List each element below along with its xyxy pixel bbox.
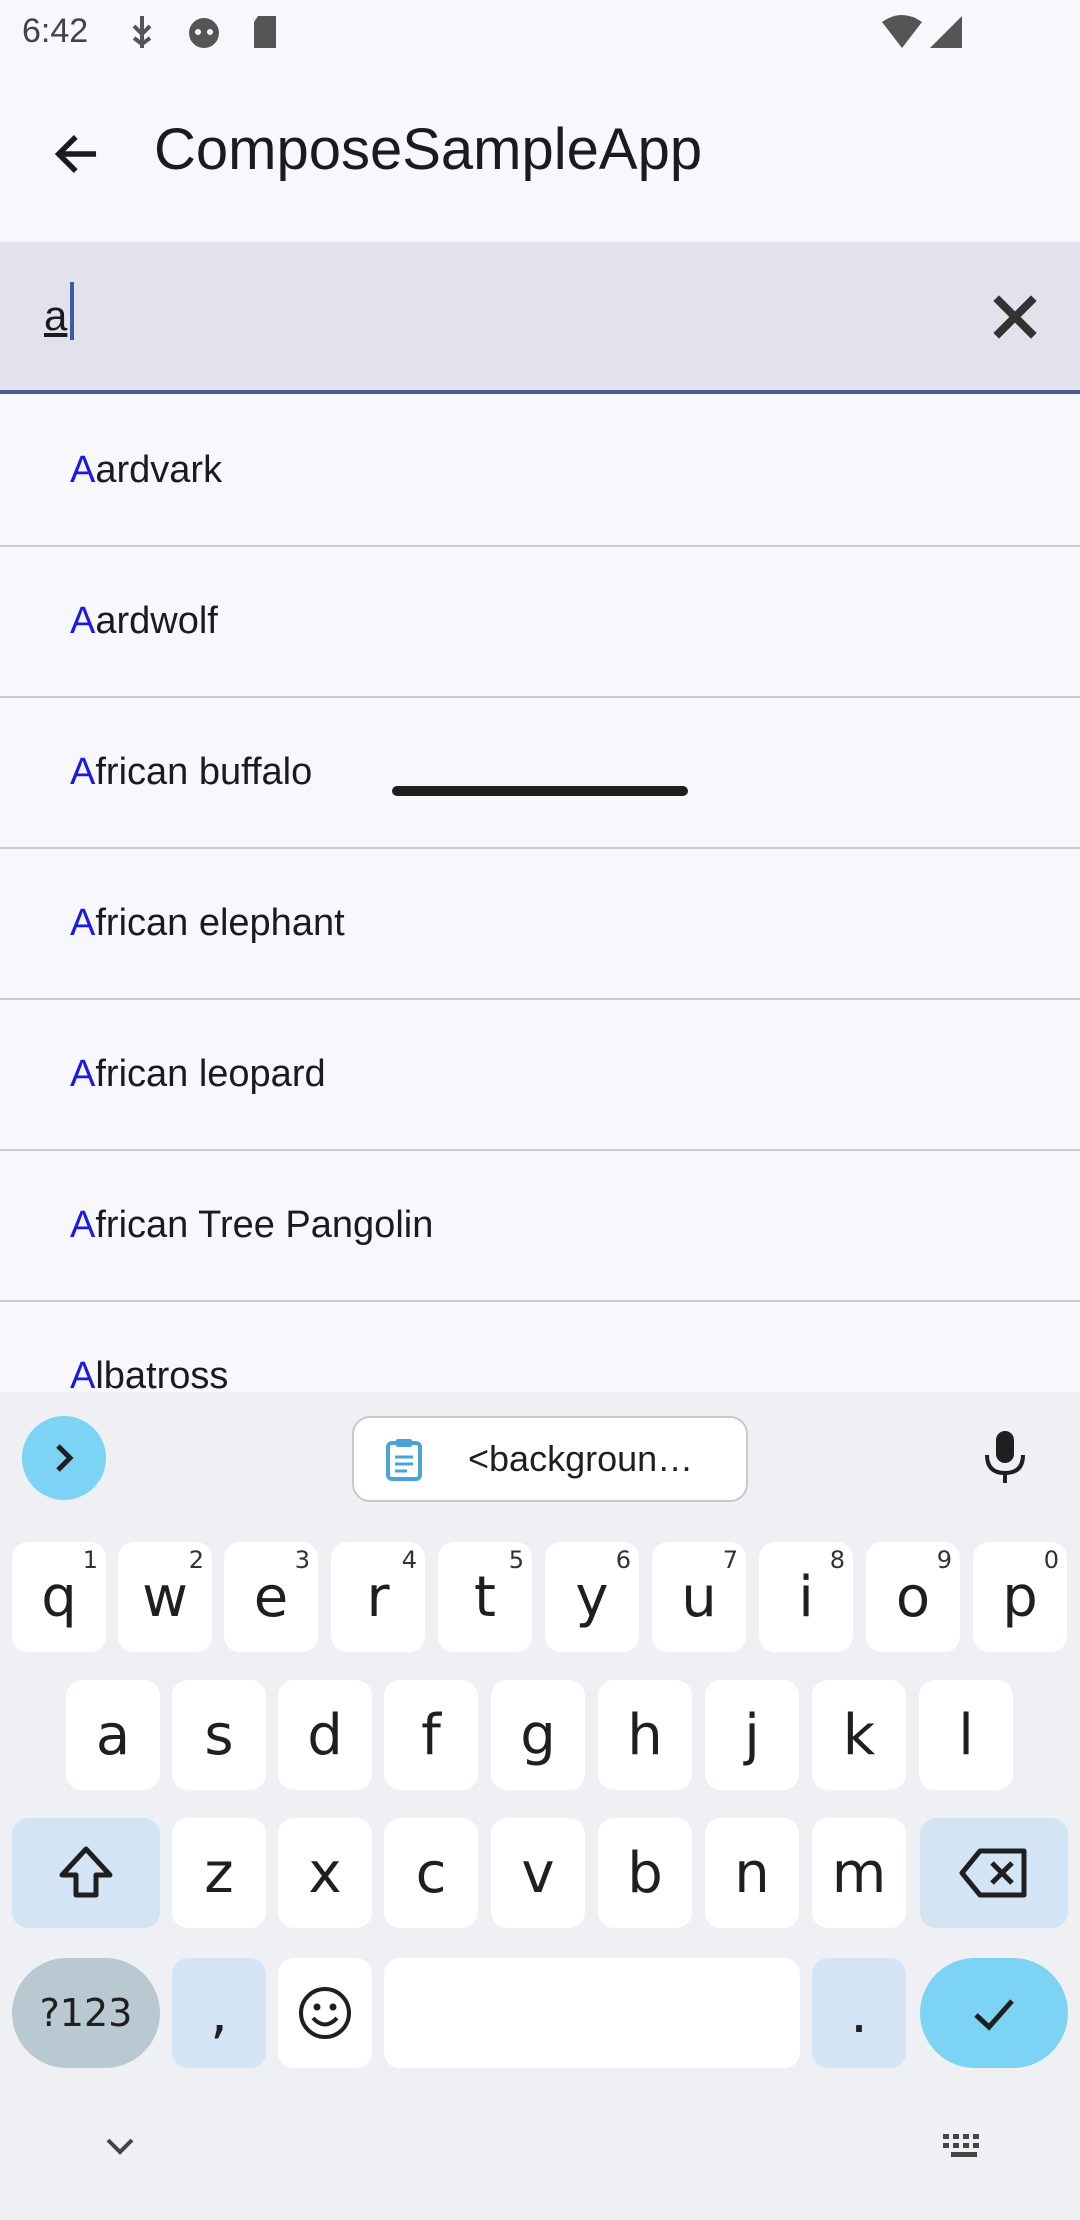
key-p[interactable]: p0 — [973, 1542, 1067, 1652]
list-item[interactable]: African elephant — [0, 849, 1080, 1000]
list-item[interactable]: Albatross — [0, 1302, 1080, 1392]
key-k[interactable]: k — [812, 1680, 906, 1790]
list-item[interactable]: Aardwolf — [0, 547, 1080, 698]
comma-key[interactable]: , — [172, 1958, 266, 2068]
key-q[interactable]: q1 — [12, 1542, 106, 1652]
keyboard-nav-bar — [0, 2092, 1080, 2220]
key-c[interactable]: c — [384, 1818, 478, 1928]
switch-keyboard-button[interactable] — [934, 2116, 994, 2176]
key-u[interactable]: u7 — [652, 1542, 746, 1652]
list-item[interactable]: African buffalo — [0, 698, 1080, 849]
wifi-icon — [882, 15, 922, 48]
signal-icon — [930, 16, 962, 48]
text-caret — [70, 282, 74, 340]
emoji-key[interactable] — [278, 1958, 372, 2068]
search-field[interactable]: a — [0, 242, 1080, 394]
key-b[interactable]: b — [598, 1818, 692, 1928]
symbols-key[interactable]: ?123 — [12, 1958, 160, 2068]
key-f[interactable]: f — [384, 1680, 478, 1790]
key-j[interactable]: j — [705, 1680, 799, 1790]
chevron-right-icon — [56, 1444, 74, 1472]
search-results-list: Aardvark Aardwolf African buffalo Africa… — [0, 396, 1080, 1392]
chevron-down-icon — [106, 2138, 134, 2155]
clipboard-suggestion-chip[interactable]: <backgroun… — [352, 1416, 748, 1502]
period-key[interactable]: . — [812, 1958, 906, 2068]
android-head-icon — [189, 18, 219, 48]
status-bar: 6:42 — [0, 0, 1080, 66]
key-e[interactable]: e3 — [224, 1542, 318, 1652]
usb-debug-icon — [132, 16, 152, 48]
close-icon — [993, 295, 1037, 339]
hide-keyboard-button[interactable] — [90, 2116, 150, 2176]
done-key[interactable] — [920, 1958, 1068, 2068]
voice-input-button[interactable] — [970, 1422, 1040, 1492]
backspace-key[interactable] — [920, 1818, 1068, 1928]
back-button[interactable] — [40, 118, 112, 190]
key-i[interactable]: i8 — [759, 1542, 853, 1652]
clipboard-suggestion-text: <backgroun… — [468, 1438, 694, 1479]
key-o[interactable]: o9 — [866, 1542, 960, 1652]
gesture-home-bar[interactable] — [392, 786, 688, 796]
key-w[interactable]: w2 — [118, 1542, 212, 1652]
status-time: 6:42 — [22, 12, 89, 50]
app-title: ComposeSampleApp — [154, 117, 703, 182]
keyboard-icon — [943, 2134, 979, 2157]
space-key[interactable] — [384, 1958, 800, 2068]
key-m[interactable]: m — [812, 1818, 906, 1928]
arrow-back-icon — [54, 135, 97, 173]
key-a[interactable]: a — [66, 1680, 160, 1790]
key-z[interactable]: z — [172, 1818, 266, 1928]
key-v[interactable]: v — [491, 1818, 585, 1928]
clear-search-button[interactable] — [980, 282, 1050, 352]
key-r[interactable]: r4 — [331, 1542, 425, 1652]
sd-card-icon — [254, 16, 276, 48]
key-l[interactable]: l — [919, 1680, 1013, 1790]
backspace-icon — [959, 1848, 1027, 1898]
search-input[interactable]: a — [44, 292, 67, 340]
key-x[interactable]: x — [278, 1818, 372, 1928]
shift-icon — [59, 1846, 113, 1898]
key-t[interactable]: t5 — [438, 1542, 532, 1652]
microphone-icon — [985, 1431, 1025, 1483]
emoji-icon — [299, 1987, 351, 2039]
top-app-bar: ComposeSampleApp — [0, 66, 1080, 242]
soft-keyboard: <backgroun… q1 w2 e3 r4 t5 y6 u7 i8 o9 p… — [0, 1392, 1080, 2220]
clipboard-icon — [386, 1439, 422, 1481]
checkmark-icon — [974, 1999, 1014, 2031]
list-item[interactable]: African leopard — [0, 1000, 1080, 1151]
list-item[interactable]: Aardvark — [0, 396, 1080, 547]
list-item[interactable]: African Tree Pangolin — [0, 1151, 1080, 1302]
keyboard-menu-button[interactable] — [22, 1416, 106, 1500]
key-g[interactable]: g — [491, 1680, 585, 1790]
key-y[interactable]: y6 — [545, 1542, 639, 1652]
key-d[interactable]: d — [278, 1680, 372, 1790]
search-input-value: a — [44, 292, 68, 339]
keyboard-toolbar: <backgroun… — [0, 1392, 1080, 1522]
key-h[interactable]: h — [598, 1680, 692, 1790]
shift-key[interactable] — [12, 1818, 160, 1928]
key-s[interactable]: s — [172, 1680, 266, 1790]
key-n[interactable]: n — [705, 1818, 799, 1928]
